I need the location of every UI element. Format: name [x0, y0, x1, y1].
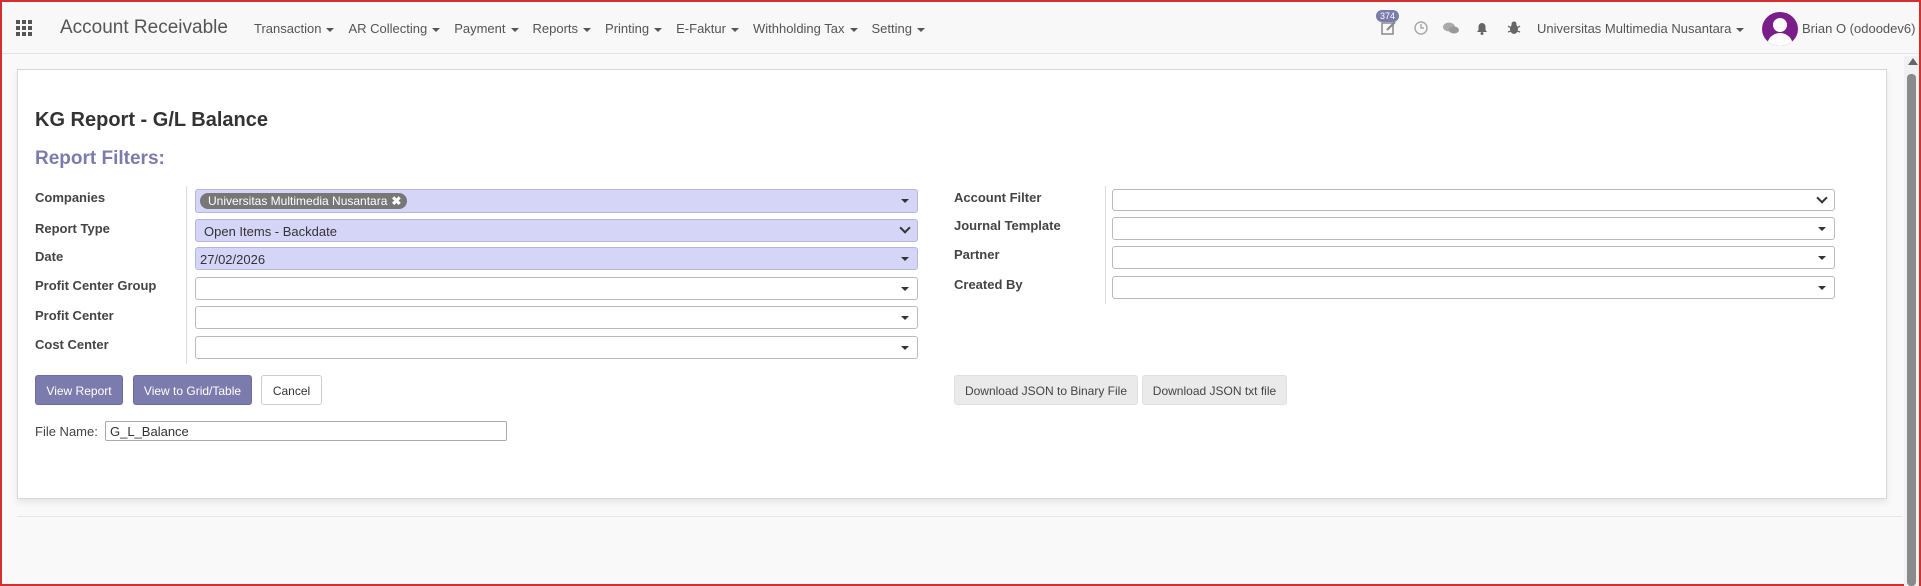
companies-field[interactable]: Universitas Multimedia Nusantara ✖ [195, 189, 918, 213]
menu-transaction[interactable]: Transaction [254, 21, 335, 36]
companies-label: Companies [35, 190, 106, 205]
profit-center-group-label: Profit Center Group [35, 278, 157, 293]
main-menu: Transaction AR Collecting Payment Report… [254, 21, 939, 36]
activity-edit-icon[interactable] [1380, 20, 1398, 38]
menu-printing[interactable]: Printing [605, 21, 663, 36]
page-scrollbar[interactable] [1904, 56, 1919, 586]
bell-icon[interactable] [1473, 20, 1491, 38]
avatar[interactable] [1762, 12, 1798, 46]
chevron-down-icon[interactable] [1818, 286, 1826, 290]
menu-e-faktur[interactable]: E-Faktur [676, 21, 739, 36]
created-by-field[interactable] [1112, 276, 1835, 299]
company-switcher[interactable]: Universitas Multimedia Nusantara [1537, 21, 1745, 36]
top-navbar: Account Receivable Transaction AR Collec… [2, 2, 1919, 54]
right-column-separator [1105, 186, 1106, 304]
scroll-thumb[interactable] [1907, 74, 1916, 586]
file-name-input[interactable]: G_L_Balance [105, 421, 507, 441]
cost-center-field[interactable] [195, 336, 918, 359]
apps-menu-icon[interactable] [16, 20, 34, 36]
activity-count-badge: 374 [1376, 10, 1400, 22]
chevron-down-icon[interactable] [1818, 256, 1826, 260]
partner-field[interactable] [1112, 246, 1835, 269]
menu-payment[interactable]: Payment [454, 21, 519, 36]
chat-icon[interactable] [1442, 20, 1460, 38]
report-type-label: Report Type [35, 221, 110, 236]
date-value: 27/02/2026 [200, 252, 266, 267]
left-column-separator [186, 186, 187, 364]
report-type-value: Open Items - Backdate [204, 224, 337, 239]
remove-tag-icon[interactable]: ✖ [391, 194, 401, 208]
journal-template-label: Journal Template [954, 218, 1061, 233]
menu-withholding-tax[interactable]: Withholding Tax [753, 21, 858, 36]
report-type-select[interactable]: Open Items - Backdate [195, 219, 918, 242]
section-title: Report Filters: [35, 148, 165, 169]
account-filter-select[interactable] [1112, 189, 1835, 211]
chevron-down-icon[interactable] [1818, 227, 1826, 231]
chevron-down-icon[interactable] [1816, 192, 1828, 204]
chevron-down-icon[interactable] [901, 287, 909, 291]
menu-ar-collecting[interactable]: AR Collecting [348, 21, 441, 36]
chevron-down-icon[interactable] [901, 346, 909, 350]
view-grid-table-button[interactable]: View to Grid/Table [133, 375, 252, 405]
user-menu[interactable]: Brian O (odoodev6) [1802, 21, 1915, 36]
clock-icon[interactable] [1412, 20, 1430, 38]
app-title[interactable]: Account Receivable [60, 17, 228, 39]
cancel-button[interactable]: Cancel [261, 375, 322, 405]
chevron-down-icon[interactable] [901, 257, 909, 261]
profit-center-field[interactable] [195, 306, 918, 329]
date-label: Date [35, 249, 64, 264]
menu-reports[interactable]: Reports [533, 21, 592, 36]
view-report-button[interactable]: View Report [35, 375, 123, 405]
date-field[interactable]: 27/02/2026 [195, 247, 918, 270]
divider [17, 516, 1902, 517]
debug-bug-icon[interactable] [1505, 20, 1523, 38]
chevron-down-icon[interactable] [901, 199, 909, 203]
menu-setting[interactable]: Setting [872, 21, 925, 36]
cost-center-label: Cost Center [35, 337, 109, 352]
created-by-label: Created By [954, 277, 1023, 292]
chevron-down-icon[interactable] [901, 316, 909, 320]
file-name-label: File Name: [35, 424, 98, 439]
partner-label: Partner [954, 247, 1000, 262]
chevron-down-icon[interactable] [899, 222, 911, 234]
profit-center-group-field[interactable] [195, 277, 918, 300]
journal-template-field[interactable] [1112, 217, 1835, 240]
page-title: KG Report - G/L Balance [35, 109, 269, 131]
scroll-up-arrow-icon[interactable] [1908, 58, 1918, 65]
download-json-binary-button[interactable]: Download JSON to Binary File [954, 375, 1138, 405]
profit-center-label: Profit Center [35, 308, 114, 323]
account-filter-label: Account Filter [954, 190, 1042, 205]
download-json-txt-button[interactable]: Download JSON txt file [1142, 375, 1287, 405]
company-tag: Universitas Multimedia Nusantara ✖ [200, 193, 408, 209]
